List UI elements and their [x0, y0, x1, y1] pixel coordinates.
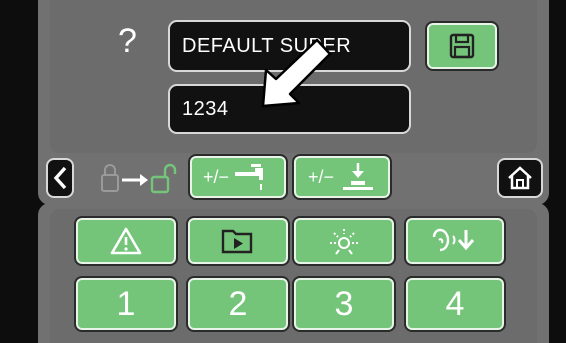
water-adjust-button[interactable]: +/−	[188, 154, 288, 200]
ear-sound-icon	[432, 228, 475, 252]
press-down-icon	[343, 163, 374, 190]
folder-play-button[interactable]	[186, 216, 290, 266]
save-button[interactable]	[425, 21, 499, 71]
water-adjust-label: +/−	[202, 166, 230, 187]
warning-button[interactable]	[74, 216, 178, 266]
number-label: 1	[116, 284, 136, 323]
home-button[interactable]	[497, 158, 543, 198]
sound-button[interactable]	[404, 216, 506, 266]
save-icon	[449, 33, 475, 59]
help-icon[interactable]: ?	[118, 22, 137, 61]
number-label: 4	[445, 284, 465, 323]
code-value: 1234	[182, 97, 229, 120]
folder-play-icon	[221, 229, 253, 254]
number-button-2[interactable]: 2	[186, 276, 290, 332]
height-adjust-label: +/−	[307, 166, 335, 187]
home-icon	[508, 166, 532, 190]
number-button-1[interactable]: 1	[74, 276, 178, 332]
number-button-3[interactable]: 3	[292, 276, 396, 332]
code-field[interactable]: 1234	[168, 84, 411, 134]
chevron-left-icon	[53, 166, 67, 190]
light-icon	[330, 229, 358, 255]
program-name-field[interactable]: DEFAULT SUPER	[168, 20, 411, 72]
program-name-value: DEFAULT SUPER	[182, 34, 352, 57]
number-label: 3	[334, 284, 354, 323]
number-button-4[interactable]: 4	[404, 276, 506, 332]
back-button[interactable]	[46, 158, 74, 198]
height-adjust-button[interactable]: +/−	[292, 154, 392, 200]
faucet-icon	[235, 164, 264, 190]
lock-to-unlock-indicator	[96, 160, 184, 196]
warning-icon	[110, 227, 142, 255]
light-button[interactable]	[292, 216, 396, 266]
number-label: 2	[228, 284, 248, 323]
lock-icon	[101, 163, 177, 194]
